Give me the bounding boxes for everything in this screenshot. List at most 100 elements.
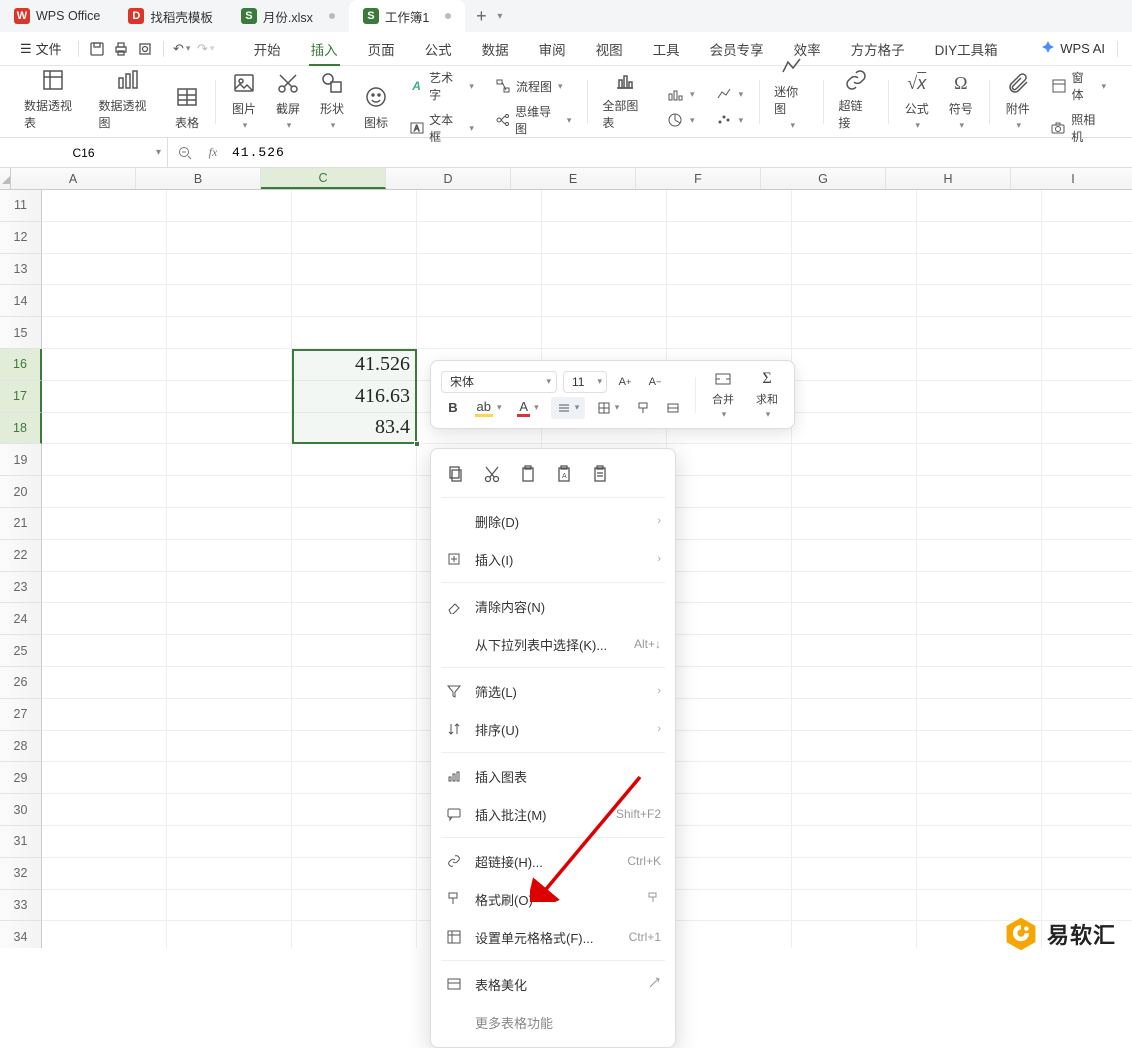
cell-A22[interactable] [42,540,167,572]
cell-A28[interactable] [42,731,167,763]
cell-C33[interactable] [292,890,417,922]
cell-C14[interactable] [292,285,417,317]
cell-B20[interactable] [167,476,292,508]
row-header-17[interactable]: 17 [0,381,42,413]
tab-dropdown[interactable]: ▾ [497,11,513,22]
merge-button[interactable]: 合并▾ [706,367,740,422]
cell-F34[interactable] [667,921,792,948]
cell-I12[interactable] [1042,222,1132,254]
cell-I30[interactable] [1042,794,1132,826]
row-header-26[interactable]: 26 [0,667,42,699]
cell-F33[interactable] [667,890,792,922]
border-button[interactable]: ▾ [591,397,625,419]
shape-button[interactable]: 形状▾ [316,63,348,137]
align-button[interactable]: ▾ [551,397,585,419]
cell-C12[interactable] [292,222,417,254]
cell-B34[interactable] [167,921,292,948]
cell-F31[interactable] [667,826,792,858]
cell-F20[interactable] [667,476,792,508]
screenshot-button[interactable]: 截屏▾ [272,63,304,137]
cell-I13[interactable] [1042,254,1132,286]
cell-C32[interactable] [292,858,417,890]
cell-I14[interactable] [1042,285,1132,317]
cell-I19[interactable] [1042,444,1132,476]
line-chart-button[interactable]: ▾ [711,83,748,105]
cell-H18[interactable] [917,413,1042,445]
cell-I28[interactable] [1042,731,1132,763]
ctx-beautify[interactable]: 表格美化 [431,965,675,1003]
paste-special-icon[interactable] [589,463,611,485]
cell-B31[interactable] [167,826,292,858]
col-header-B[interactable]: B [136,168,261,189]
cell-B13[interactable] [167,254,292,286]
col-header-F[interactable]: F [636,168,761,189]
cell-B15[interactable] [167,317,292,349]
row-header-33[interactable]: 33 [0,890,42,922]
menu-tab-8[interactable]: 会员专享 [708,33,766,65]
decrease-font-icon[interactable]: A− [643,371,667,393]
cell-A32[interactable] [42,858,167,890]
cell-B22[interactable] [167,540,292,572]
formula-input[interactable] [232,145,1124,160]
cell-G26[interactable] [792,667,917,699]
table-button[interactable]: 表格 [171,77,203,137]
camera-button[interactable]: 照相机 [1046,109,1110,147]
scatter-chart-button[interactable]: ▾ [711,109,748,131]
cell-H13[interactable] [917,254,1042,286]
cell-C11[interactable] [292,190,417,222]
font-color-button[interactable]: A▾ [511,397,545,419]
cell-A30[interactable] [42,794,167,826]
cell-F32[interactable] [667,858,792,890]
cell-I23[interactable] [1042,572,1132,604]
cell-G22[interactable] [792,540,917,572]
cell-B12[interactable] [167,222,292,254]
cell-G30[interactable] [792,794,917,826]
cell-A26[interactable] [42,667,167,699]
tab-file-2[interactable]: S 工作簿1 [349,0,465,32]
cell-H11[interactable] [917,190,1042,222]
cell-I11[interactable] [1042,190,1132,222]
cell-B26[interactable] [167,667,292,699]
attachment-button[interactable]: 附件▾ [1002,63,1034,137]
row-header-23[interactable]: 23 [0,572,42,604]
cell-A23[interactable] [42,572,167,604]
cell-C23[interactable] [292,572,417,604]
zoom-out-icon[interactable] [176,144,194,162]
cell-A33[interactable] [42,890,167,922]
cell-B19[interactable] [167,444,292,476]
menu-tab-10[interactable]: 方方格子 [849,33,907,65]
cell-H28[interactable] [917,731,1042,763]
cut-icon[interactable] [481,463,503,485]
cell-B30[interactable] [167,794,292,826]
cell-G33[interactable] [792,890,917,922]
cell-H22[interactable] [917,540,1042,572]
cell-D12[interactable] [417,222,542,254]
mindmap-button[interactable]: 思维导图▾ [490,101,575,139]
cell-G32[interactable] [792,858,917,890]
cell-A15[interactable] [42,317,167,349]
pivot-chart-button[interactable]: 数据透视图 [97,60,160,137]
cell-H20[interactable] [917,476,1042,508]
row-header-21[interactable]: 21 [0,508,42,540]
select-all-corner[interactable] [0,168,11,189]
icon-button[interactable]: 图标 [360,77,392,137]
cell-F13[interactable] [667,254,792,286]
cell-E15[interactable] [542,317,667,349]
cell-F22[interactable] [667,540,792,572]
col-header-G[interactable]: G [761,168,886,189]
row-header-24[interactable]: 24 [0,603,42,635]
cell-A21[interactable] [42,508,167,540]
font-family-select[interactable]: 宋体▾ [441,371,557,393]
cell-C31[interactable] [292,826,417,858]
magic-icon[interactable] [647,976,661,993]
col-header-C[interactable]: C [261,168,386,189]
selection-handle[interactable] [414,441,420,447]
hyperlink-button[interactable]: 超链接 [836,60,875,137]
row-header-16[interactable]: 16 [0,349,42,381]
cell-G12[interactable] [792,222,917,254]
cell-I22[interactable] [1042,540,1132,572]
dropdown-icon[interactable]: ▾ [156,147,161,158]
cell-I18[interactable] [1042,413,1132,445]
cell-A25[interactable] [42,635,167,667]
cell-G20[interactable] [792,476,917,508]
